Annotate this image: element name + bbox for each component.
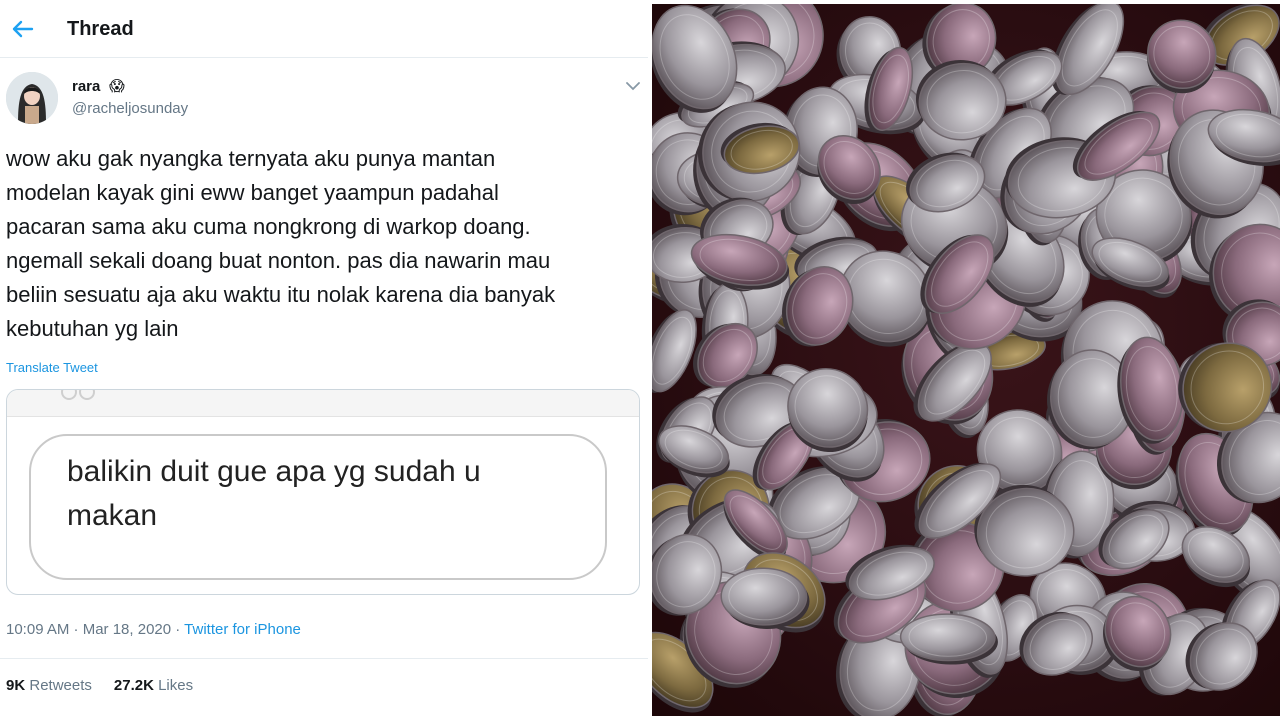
strip-dot xyxy=(79,390,95,400)
tweet-media-card[interactable]: balikin duit gue apa yg sudah u makan xyxy=(6,389,640,595)
avatar-illustration xyxy=(6,72,58,124)
retweets-count: 9K xyxy=(6,677,26,694)
thread-header: Thread xyxy=(0,0,648,58)
retweets-label: Retweets xyxy=(29,677,92,694)
page-title: Thread xyxy=(67,18,134,40)
tweet-time[interactable]: 10:09 AM · Mar 18, 2020 · xyxy=(6,621,184,638)
stats-row: 9K Retweets 27.2K Likes xyxy=(6,677,193,694)
coins-photo xyxy=(652,4,1280,716)
tweet-panel: Thread rara 😱 @racheljosunday wow aku ga… xyxy=(0,0,648,720)
retweets-stat[interactable]: 9K Retweets xyxy=(6,677,92,694)
likes-label: Likes xyxy=(158,677,194,694)
tweet-text: wow aku gak nyangka ternyata aku punya m… xyxy=(6,146,556,341)
likes-stat[interactable]: 27.2K Likes xyxy=(114,677,193,694)
avatar[interactable] xyxy=(6,72,58,124)
chat-bubble-text: balikin duit gue apa yg sudah u makan xyxy=(67,455,481,532)
divider xyxy=(0,658,648,659)
media-top-strip xyxy=(7,390,639,417)
timestamp-row: 10:09 AM · Mar 18, 2020 · Twitter for iP… xyxy=(6,621,301,638)
strip-dot xyxy=(61,390,77,400)
chevron-down-icon[interactable] xyxy=(624,79,642,93)
display-name[interactable]: rara xyxy=(72,78,100,95)
translate-tweet-link[interactable]: Translate Tweet xyxy=(6,360,98,375)
arrow-left-icon[interactable] xyxy=(10,18,34,40)
coin-pile-image xyxy=(652,4,1280,716)
tweet-source-link[interactable]: Twitter for iPhone xyxy=(184,621,301,638)
likes-count: 27.2K xyxy=(113,677,154,694)
username[interactable]: @racheljosunday xyxy=(72,100,188,117)
name-emoji: 😱 xyxy=(109,78,125,95)
